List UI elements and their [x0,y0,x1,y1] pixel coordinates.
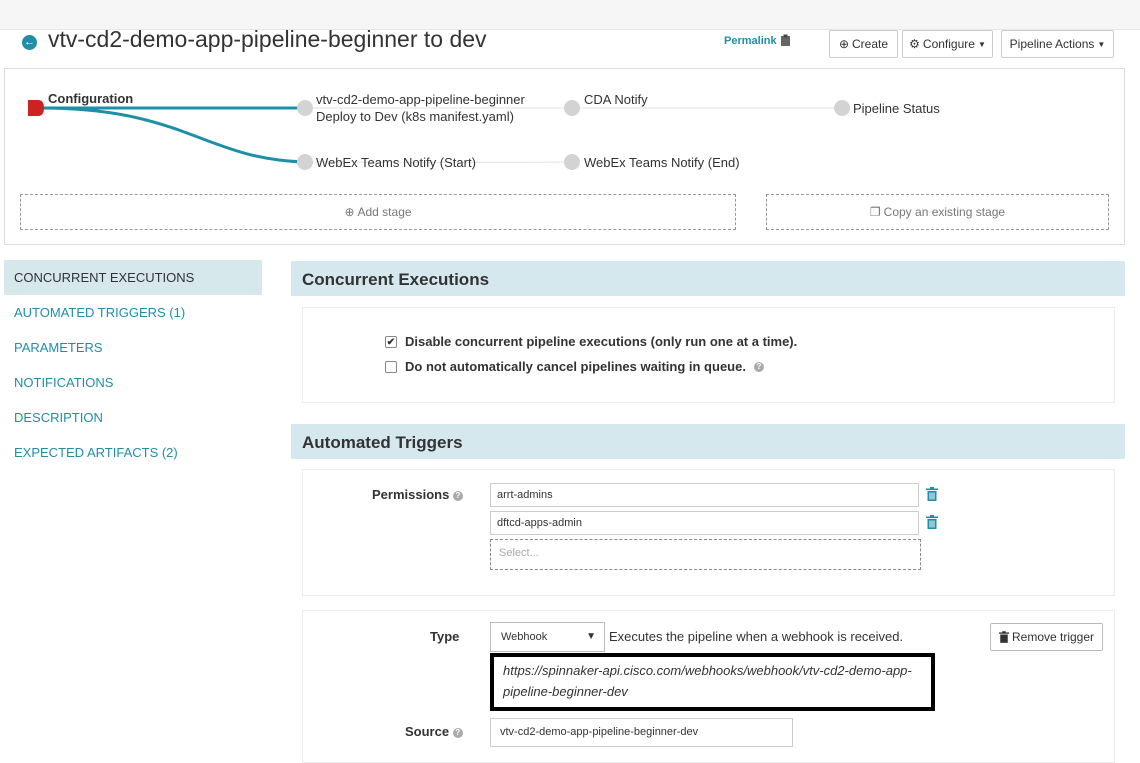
no-cancel-row[interactable]: Do not automatically cancel pipelines wa… [385,359,764,374]
sidebar-item-automated-triggers[interactable]: AUTOMATED TRIGGERS (1) [4,295,262,330]
webex-start-node[interactable] [297,154,313,170]
stage-label-deploy-name[interactable]: vtv-cd2-demo-app-pipeline-beginner [316,91,525,108]
sidebar-item-concurrent-executions[interactable]: CONCURRENT EXECUTIONS [4,260,262,295]
pipeline-actions-button[interactable]: Pipeline Actions ▼ [1001,30,1114,58]
automated-triggers-heading: Automated Triggers [291,424,1125,459]
no-cancel-checkbox[interactable] [385,360,397,373]
config-sidebar: CONCURRENT EXECUTIONS AUTOMATED TRIGGERS… [4,260,262,470]
webhook-url[interactable]: https://spinnaker-api.cisco.com/webhooks… [490,653,935,711]
disable-concurrent-row[interactable]: ✔ Disable concurrent pipeline executions… [385,334,797,349]
disable-concurrent-checkbox[interactable]: ✔ [385,335,397,348]
deploy-stage-node[interactable] [297,100,313,116]
caret-down-icon: ▼ [1097,39,1106,49]
trash-icon[interactable] [926,515,938,529]
pipeline-header: ← vtv-cd2-demo-app-pipeline-beginner to … [0,26,1140,60]
copy-stage-button[interactable]: ❐ Copy an existing stage [766,194,1109,230]
sidebar-item-notifications[interactable]: NOTIFICATIONS [4,365,262,400]
plus-circle-icon: ⊕ [344,205,355,219]
permissions-label: Permissions ? [372,487,463,502]
sidebar-item-parameters[interactable]: PARAMETERS [4,330,262,365]
permissions-select[interactable]: Select... [490,539,921,570]
type-label: Type [430,629,460,644]
back-arrow-icon[interactable]: ← [22,35,37,50]
pipeline-graph: Configuration vtv-cd2-demo-app-pipeline-… [4,68,1125,245]
add-stage-button[interactable]: ⊕ Add stage [20,194,736,230]
source-label: Source ? [405,724,463,739]
stage-label-cda-notify[interactable]: CDA Notify [584,91,648,108]
pipeline-status-node[interactable] [834,100,850,116]
permission-entry[interactable]: arrt-admins [490,483,919,507]
page-title: vtv-cd2-demo-app-pipeline-beginner to de… [48,26,487,52]
disable-concurrent-label: Disable concurrent pipeline executions (… [405,334,798,349]
sidebar-item-expected-artifacts[interactable]: EXPECTED ARTIFACTS (2) [4,435,262,470]
configuration-node[interactable] [28,100,44,116]
caret-down-icon: ▼ [977,39,986,49]
permalink-link[interactable]: Permalink [724,35,777,47]
help-icon[interactable]: ? [753,361,764,372]
cda-notify-node[interactable] [564,100,580,116]
help-icon[interactable]: ? [452,727,463,738]
copy-icon: ❐ [869,205,881,219]
stage-label-webex-start[interactable]: WebEx Teams Notify (Start) [316,154,476,171]
trigger-type-description: Executes the pipeline when a webhook is … [609,629,904,644]
create-button[interactable]: ⊕ Create [829,30,898,58]
plus-circle-icon: ⊕ [838,37,850,51]
help-icon[interactable]: ? [452,490,463,501]
stage-label-pipeline-status[interactable]: Pipeline Status [853,100,940,117]
source-input[interactable]: vtv-cd2-demo-app-pipeline-beginner-dev [490,718,793,747]
trash-icon [998,631,1009,643]
sidebar-item-description[interactable]: DESCRIPTION [4,400,262,435]
no-cancel-label: Do not automatically cancel pipelines wa… [405,359,746,374]
gear-icon: ⚙ [909,37,920,51]
concurrent-executions-heading: Concurrent Executions [291,261,1125,296]
trigger-type-select[interactable]: Webhook ▼ [490,622,605,652]
configure-button[interactable]: ⚙ Configure ▼ [902,30,993,58]
stage-label-webex-end[interactable]: WebEx Teams Notify (End) [584,154,740,171]
stage-label-configuration[interactable]: Configuration [48,90,133,107]
trash-icon[interactable] [926,487,938,501]
concurrent-executions-card [302,307,1115,403]
permission-entry[interactable]: dftcd-apps-admin [490,511,919,535]
caret-down-icon: ▼ [586,631,596,642]
stage-label-deploy-type[interactable]: Deploy to Dev (k8s manifest.yaml) [316,108,514,125]
remove-trigger-button[interactable]: Remove trigger [990,623,1103,651]
clipboard-icon[interactable] [780,34,791,47]
webex-end-node[interactable] [564,154,580,170]
